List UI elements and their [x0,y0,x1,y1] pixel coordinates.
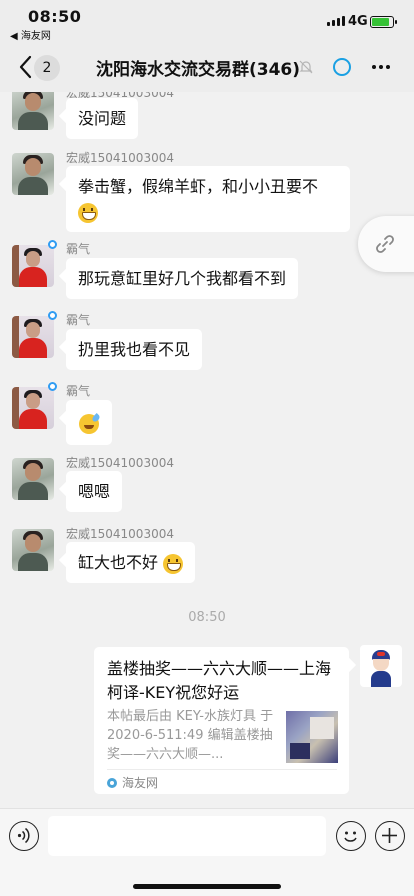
sweat-smile-emoji-icon [79,413,99,434]
card-title: 盖楼抽奖——六六大顺——上海柯译-KEY祝您好运 [107,659,332,702]
back-chevron-icon[interactable] [16,54,36,80]
sender-name: 霸气 [66,242,91,256]
message-bubble[interactable]: 嗯嗯 [66,471,123,512]
card-divider [107,769,337,770]
back-to-app-link[interactable]: ◀ 海友网 [10,27,51,42]
chat-header: 2 沈阳海水交流交易群(346) [0,42,414,92]
unread-count-badge[interactable]: 2 [34,55,60,81]
status-time: 08:50 [28,7,82,26]
message-bubble[interactable]: 缸大也不好 [66,542,196,583]
link-icon [376,235,394,253]
avatar[interactable] [12,153,54,195]
message-bubble[interactable]: 扔里我也看不见 [66,329,203,370]
status-bar: 08:50 ◀ 海友网 4G [0,0,414,42]
avatar[interactable] [12,245,54,287]
sender-name: 宏威15041003004 [66,527,174,541]
card-source: 海友网 [122,776,159,790]
mini-program-ring-icon[interactable] [333,58,351,76]
signal-icon [327,16,345,26]
avatar[interactable] [12,529,54,571]
plus-icon[interactable] [375,821,405,851]
message-bubble[interactable]: 拳击蟹，假绵羊虾，和小小丑要不 [66,166,350,232]
page-title: 沈阳海水交流交易群(346) [96,60,301,80]
emoji-icon[interactable] [336,821,366,851]
grin-emoji-icon [78,202,98,223]
avatar[interactable] [12,458,54,500]
more-icon[interactable] [372,65,390,69]
mute-bell-icon [299,60,313,74]
message-timestamp: 08:50 [188,610,226,625]
sender-name: 霸气 [66,313,91,327]
message-text: 嗯嗯 [78,482,111,501]
message-text: 扔里我也看不见 [78,340,191,359]
grin-emoji-icon [163,553,184,574]
card-description: 本帖最后由 KEY-水族灯具 于 2020-6-511:49 编辑盖楼抽奖——六… [107,709,274,762]
card-thumbnail [286,711,338,763]
sender-name: 宏威15041003004 [66,456,174,470]
message-bubble[interactable]: 没问题 [66,98,139,139]
message-bubble[interactable]: 那玩意缸里好几个我都看不到 [66,258,299,299]
network-label: 4G [348,14,368,29]
online-status-icon [48,382,57,391]
link-card[interactable]: 盖楼抽奖——六六大顺——上海柯译-KEY祝您好运 本帖最后由 KEY-水族灯具 … [94,647,349,794]
avatar[interactable] [12,316,54,358]
floating-link-button[interactable] [358,216,414,272]
message-text: 缸大也不好 [78,553,159,572]
sender-name: 宏威15041003004 [66,151,174,165]
battery-level [372,18,389,26]
avatar[interactable] [12,92,54,130]
battery-icon [370,16,397,28]
message-text: 那玩意缸里好几个我都看不到 [78,269,287,288]
sender-name: 霸气 [66,384,91,398]
message-text: 拳击蟹，假绵羊虾，和小小丑要不 [78,177,319,196]
message-bubble[interactable] [66,400,112,445]
online-status-icon [48,240,57,249]
message-text: 没问题 [78,109,127,128]
voice-icon[interactable] [9,821,39,851]
home-indicator[interactable] [133,884,281,889]
chat-area[interactable]: 宏威15041003004 没问题 宏威15041003004 拳击蟹，假绵羊虾… [0,92,414,808]
message-input[interactable] [48,816,326,856]
my-avatar[interactable] [360,645,402,687]
source-app-icon [107,778,117,788]
avatar[interactable] [12,387,54,429]
input-bar [0,808,414,896]
online-status-icon [48,311,57,320]
